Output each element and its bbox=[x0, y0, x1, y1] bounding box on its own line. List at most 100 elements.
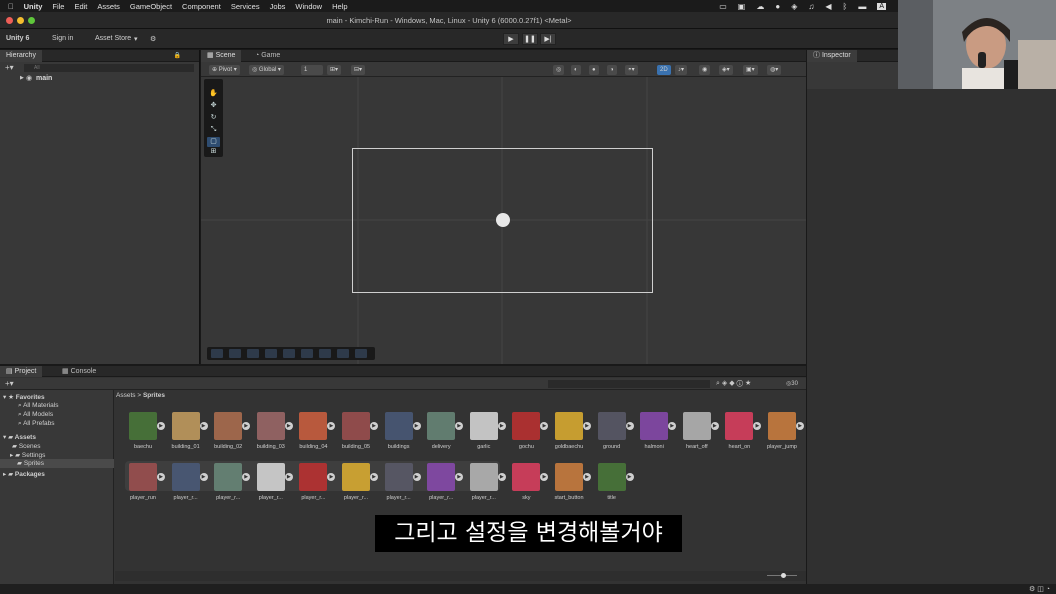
expand-sprite-icon[interactable]: ▶ bbox=[370, 473, 378, 481]
asset-tile[interactable]: ▶ player_r... bbox=[293, 463, 336, 509]
asset-tile[interactable]: ▶ player_r... bbox=[464, 463, 506, 509]
rotate-tool-icon[interactable]: ↻ bbox=[207, 113, 220, 123]
tab-inspector[interactable]: ⓘ Inspector bbox=[807, 50, 857, 62]
visibility-icon[interactable]: ◉ bbox=[699, 65, 711, 75]
tree-packages[interactable]: ▸ ▰ Packages bbox=[3, 470, 45, 478]
tab-game[interactable]: ◔ Game bbox=[249, 50, 286, 62]
layers-tool-icon[interactable] bbox=[337, 349, 349, 358]
project-search-input[interactable] bbox=[548, 380, 710, 388]
expand-sprite-icon[interactable]: ▶ bbox=[668, 422, 677, 430]
hidden-objects-icon[interactable]: ◈▾ bbox=[719, 65, 733, 75]
expand-sprite-icon[interactable]: ▶ bbox=[284, 473, 293, 481]
asset-tile[interactable]: ▶ player_r... bbox=[379, 463, 421, 509]
tab-hierarchy[interactable]: Hierarchy bbox=[0, 50, 42, 62]
expand-sprite-icon[interactable]: ▶ bbox=[199, 422, 208, 430]
cloud-icon[interactable]: ☁ bbox=[756, 2, 764, 11]
expand-sprite-icon[interactable]: ▶ bbox=[157, 422, 165, 430]
asset-tile[interactable]: ▶ building_02 bbox=[208, 412, 251, 458]
view-2d-toggle[interactable]: 2D bbox=[657, 65, 671, 75]
expand-sprite-icon[interactable]: ▶ bbox=[625, 422, 634, 430]
expand-sprite-icon[interactable]: ▶ bbox=[583, 422, 591, 430]
camera-gizmo-icon[interactable] bbox=[496, 213, 510, 227]
asset-tile[interactable]: ▶ player_jump bbox=[762, 412, 804, 458]
asset-tile[interactable]: ▶ buildings bbox=[379, 412, 421, 458]
sign-in-button[interactable]: Sign in bbox=[52, 35, 73, 42]
status-icons[interactable]: ⚙ ◫ ◔ bbox=[1029, 585, 1050, 593]
tree-settings[interactable]: ▸ ▰ Settings bbox=[10, 451, 45, 459]
tab-project[interactable]: ▤ Project bbox=[0, 366, 43, 377]
display-icon[interactable]: ▣ bbox=[738, 2, 746, 11]
asset-tile[interactable]: ▶ baechu bbox=[123, 412, 165, 458]
asset-tile[interactable]: ▶ garlic bbox=[464, 412, 506, 458]
hand-tool-icon[interactable]: ✋ bbox=[207, 89, 220, 99]
menu-jobs[interactable]: Jobs bbox=[270, 2, 286, 11]
asset-store-button[interactable]: Asset Store bbox=[95, 35, 131, 42]
music-icon[interactable]: ♫ bbox=[808, 2, 814, 11]
asset-tile[interactable]: ▶ player_r... bbox=[251, 463, 293, 509]
asset-tile[interactable]: ▶ start_button bbox=[549, 463, 591, 509]
filter-icons[interactable]: ⌕ ◈ ◆ ⓘ ★ bbox=[716, 379, 751, 388]
expand-sprite-icon[interactable]: ▶ bbox=[540, 473, 549, 481]
tree-fav-all-prefabs[interactable]: ⌕ All Prefabs bbox=[18, 420, 55, 428]
menu-assets[interactable]: Assets bbox=[97, 2, 120, 11]
menu-unity[interactable]: Unity bbox=[24, 2, 43, 11]
scene-viewport[interactable]: ✋ ✥ ↻ ⤡ ▢ ⊞ bbox=[201, 77, 806, 364]
grid-snapping-icon[interactable]: ⊞▾ bbox=[327, 65, 342, 75]
input-source-badge[interactable]: A bbox=[877, 2, 886, 10]
paint-tool-icon[interactable] bbox=[283, 349, 295, 358]
expand-sprite-icon[interactable]: ▶ bbox=[753, 422, 762, 430]
asset-tile[interactable]: ▶ player_r... bbox=[336, 463, 378, 509]
hierarchy-row-main[interactable]: ▶ ◉ main bbox=[0, 73, 199, 84]
screen-icon[interactable]: ▭ bbox=[719, 2, 727, 11]
lock-icon[interactable]: 🔒 bbox=[174, 52, 181, 59]
shading-icon[interactable]: ◐ bbox=[571, 65, 581, 75]
increment-snap-icon[interactable]: ⊟▾ bbox=[351, 65, 366, 75]
breadcrumb-sprites[interactable]: Sprites bbox=[143, 392, 165, 399]
asset-tile[interactable]: ▶ title bbox=[592, 463, 634, 509]
tab-scene[interactable]: ▦ Scene bbox=[201, 50, 242, 62]
gear-icon[interactable]: ⚙ bbox=[150, 35, 156, 43]
rect-tool-icon[interactable]: ▢ bbox=[207, 137, 220, 147]
tab-console[interactable]: ▦ Console bbox=[56, 366, 102, 377]
rect-select-icon[interactable] bbox=[211, 349, 223, 358]
asset-tile[interactable]: ▶ halmoni bbox=[634, 412, 677, 458]
expand-sprite-icon[interactable]: ▶ bbox=[625, 473, 634, 481]
asset-tile[interactable]: ▶ building_04 bbox=[293, 412, 336, 458]
create-asset-icon[interactable]: +▾ bbox=[5, 379, 14, 388]
menu-help[interactable]: Help bbox=[332, 2, 347, 11]
volume-icon[interactable]: ◀ bbox=[825, 2, 831, 11]
menu-file[interactable]: File bbox=[52, 2, 64, 11]
camera-icon[interactable]: ▣▾ bbox=[743, 65, 758, 75]
tree-favorites[interactable]: ▾ ★ Favorites bbox=[3, 393, 45, 401]
move-tool-icon[interactable]: ✥ bbox=[207, 101, 220, 111]
expand-sprite-icon[interactable]: ▶ bbox=[412, 473, 421, 481]
expand-sprite-icon[interactable]: ▶ bbox=[497, 473, 506, 481]
transform-tool-icon[interactable]: ⊞ bbox=[207, 147, 220, 157]
expand-sprite-icon[interactable]: ▶ bbox=[583, 473, 591, 481]
sphere-icon[interactable]: ● bbox=[589, 65, 599, 75]
menu-edit[interactable]: Edit bbox=[74, 2, 87, 11]
asset-tile[interactable]: ▶ heart_off bbox=[677, 412, 719, 458]
play-button[interactable]: ▶ bbox=[503, 33, 519, 45]
expand-sprite-icon[interactable]: ▶ bbox=[242, 422, 251, 430]
tree-sprites[interactable]: ▰ Sprites bbox=[0, 459, 114, 468]
menu-gameobject[interactable]: GameObject bbox=[130, 2, 172, 11]
lighting-icon[interactable]: ◓▾ bbox=[625, 65, 638, 75]
asset-tile[interactable]: ▶ building_05 bbox=[336, 412, 378, 458]
asset-tile[interactable]: ▶ player_r... bbox=[421, 463, 464, 509]
shield-icon[interactable]: ◈ bbox=[791, 2, 797, 11]
tree-assets[interactable]: ▾ ▰ Assets bbox=[3, 433, 36, 441]
expand-sprite-icon[interactable]: ▶ bbox=[370, 422, 378, 430]
expand-sprite-icon[interactable]: ▶ bbox=[710, 422, 719, 430]
gizmos-icon[interactable]: ◍▾ bbox=[767, 65, 782, 75]
menu-component[interactable]: Component bbox=[182, 2, 221, 11]
asset-tile[interactable]: ▶ ground bbox=[592, 412, 634, 458]
expand-sprite-icon[interactable]: ▶ bbox=[199, 473, 208, 481]
unity-account-button[interactable]: Unity 6 bbox=[6, 35, 29, 42]
tree-fav-all-models[interactable]: ⌕ All Models bbox=[18, 411, 53, 419]
render-mode-icon[interactable]: ◑ bbox=[607, 65, 617, 75]
pause-button[interactable]: ❚❚ bbox=[522, 33, 538, 45]
pivot-dropdown[interactable]: ⊕ Pivot ▾ bbox=[209, 65, 240, 75]
add-icon[interactable]: +▾ bbox=[5, 63, 14, 72]
menu-window[interactable]: Window bbox=[295, 2, 322, 11]
